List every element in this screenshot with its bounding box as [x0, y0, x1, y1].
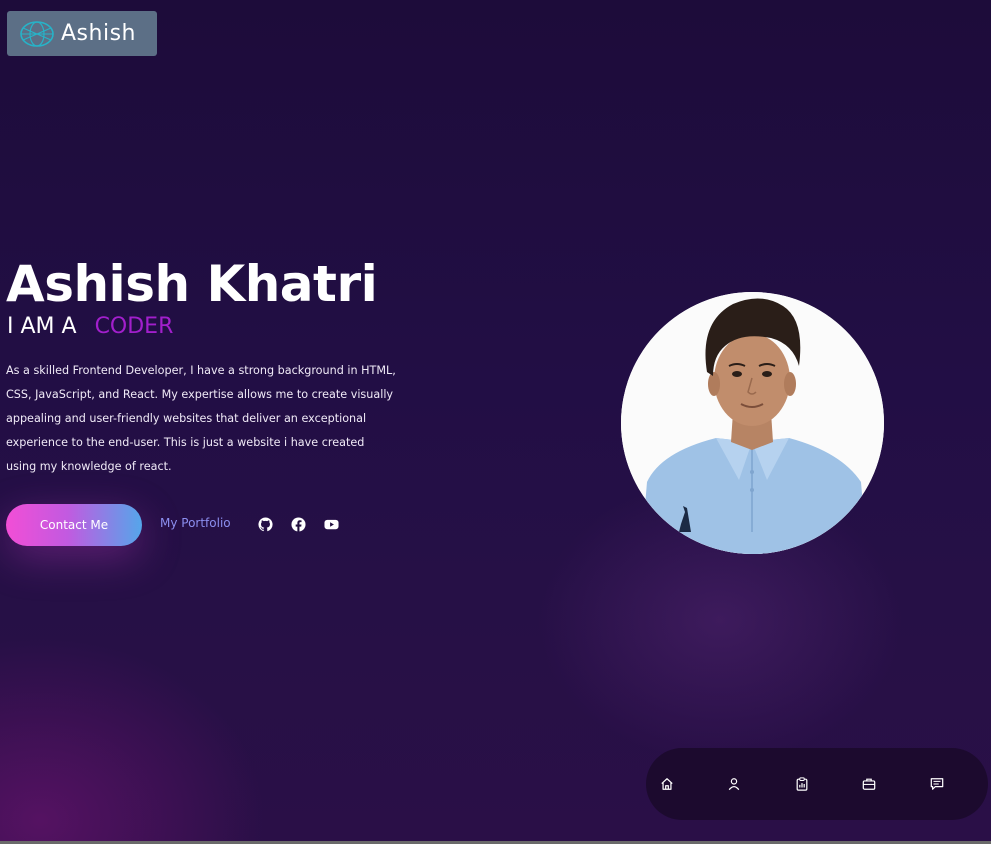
nav-projects[interactable]	[860, 775, 878, 793]
nav-skills[interactable]	[793, 775, 811, 793]
profile-photo	[621, 292, 884, 554]
youtube-icon	[323, 519, 339, 529]
youtube-link[interactable]	[323, 516, 339, 532]
home-icon	[661, 778, 673, 790]
hero-tagline: I AM A CODER	[7, 312, 173, 342]
nav-home[interactable]	[658, 775, 676, 793]
globe-network-icon	[20, 20, 54, 47]
tagline-prefix: I AM A	[7, 314, 77, 339]
my-portfolio-link[interactable]: My Portfolio	[160, 516, 231, 530]
contact-me-button[interactable]: Contact Me	[6, 504, 142, 546]
logo-text: Ashish	[61, 21, 136, 46]
github-icon	[257, 516, 273, 531]
tagline-role: CODER	[94, 314, 174, 339]
nav-about[interactable]	[725, 775, 743, 793]
profile-illustration	[621, 292, 884, 554]
message-icon	[930, 778, 944, 790]
nav-contact[interactable]	[928, 775, 946, 793]
site-logo[interactable]: Ashish	[7, 11, 157, 56]
user-icon	[728, 778, 740, 791]
github-link[interactable]	[257, 516, 273, 532]
hero-name: Ashish Khatri	[6, 255, 378, 313]
hero-bio: As a skilled Frontend Developer, I have …	[6, 364, 396, 473]
bottom-nav	[646, 748, 988, 820]
briefcase-icon	[862, 778, 876, 790]
facebook-icon	[290, 516, 306, 532]
facebook-link[interactable]	[290, 516, 306, 532]
clipboard-chart-icon	[796, 777, 808, 791]
